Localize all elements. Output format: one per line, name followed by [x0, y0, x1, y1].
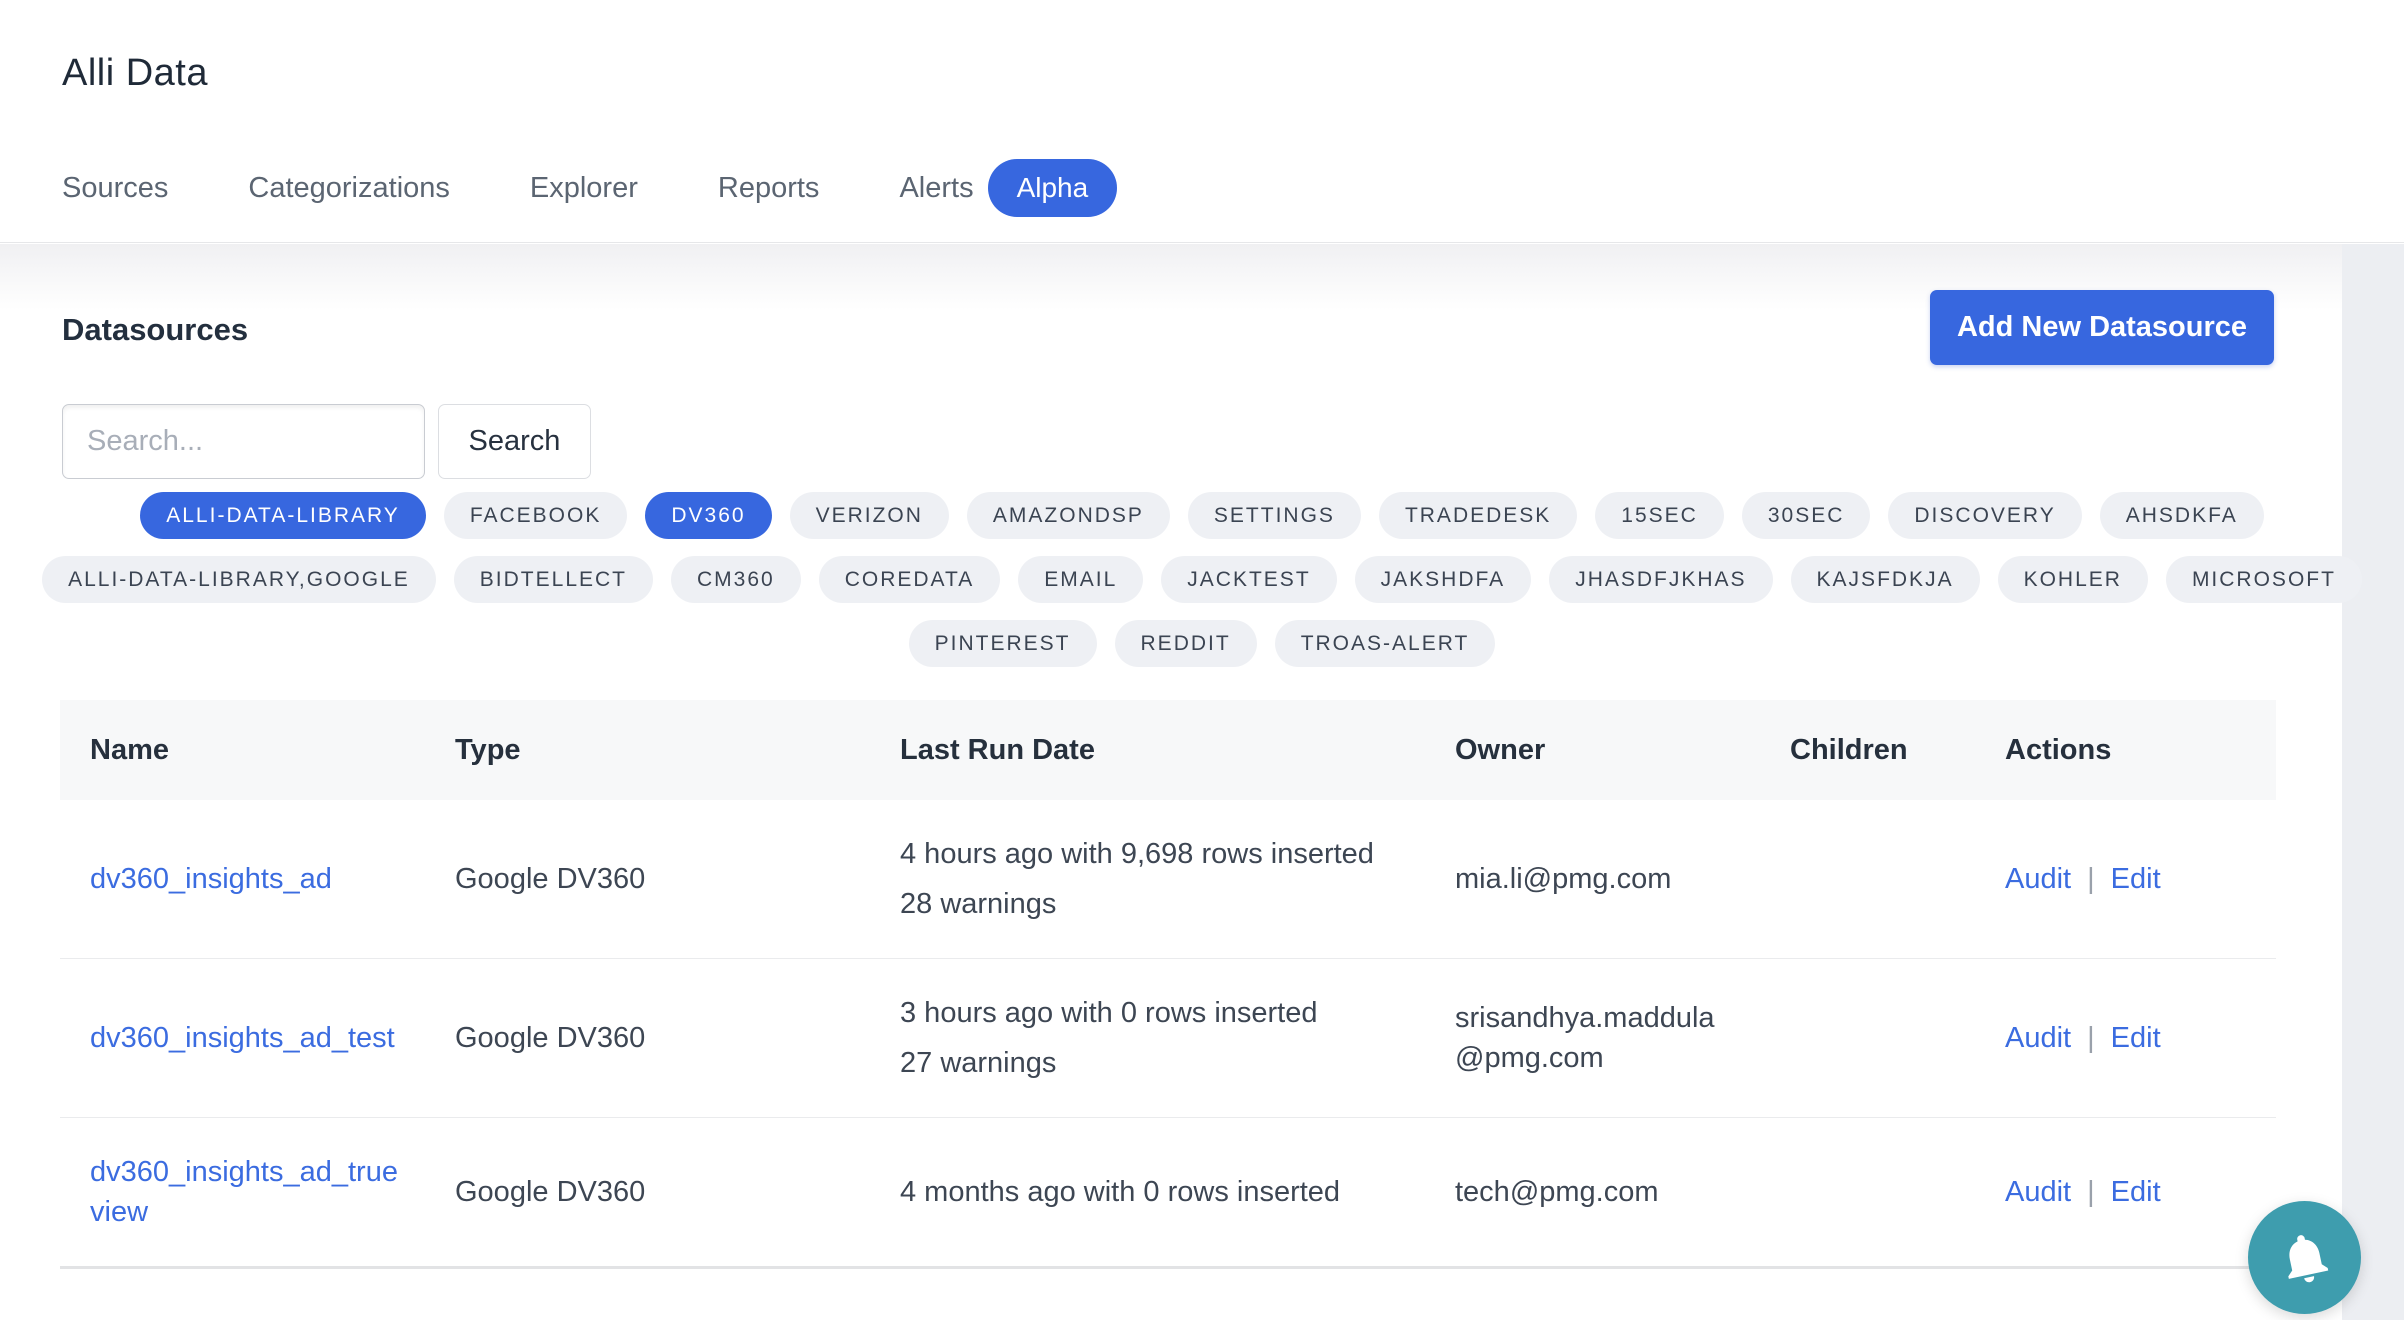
filter-pill-jhasdfjkhas[interactable]: JHASDFJKHAS [1549, 556, 1772, 603]
filter-pill-groups: ALLI-DATA-LIBRARY FACEBOOK DV360 VERIZON AMA… [60, 492, 2344, 684]
owner-cell: mia.li@pmg.com [1425, 800, 1760, 959]
type-cell: Google DV360 [425, 1118, 870, 1268]
owner-cell: srisandhya.maddula@pmg.com [1425, 959, 1760, 1118]
filter-pill-jacktest[interactable]: JACKTEST [1161, 556, 1336, 603]
edit-link[interactable]: Edit [2111, 1176, 2161, 1208]
table-header-row: NameTypeLast Run DateOwnerChildrenAction… [60, 700, 2276, 800]
filter-pill-dv360[interactable]: DV360 [645, 492, 771, 539]
actions-cell: Audit | Edit [1975, 800, 2276, 959]
filter-pill-amazondsp[interactable]: AMAZONDSP [967, 492, 1170, 539]
children-cell [1760, 959, 1975, 1118]
datasources-table: NameTypeLast Run DateOwnerChildrenAction… [60, 700, 2276, 1269]
column-header-owner: Owner [1425, 700, 1760, 800]
search-input[interactable] [62, 404, 425, 479]
column-header-name: Name [60, 700, 425, 800]
column-header-last-run-date: Last Run Date [870, 700, 1425, 800]
filter-pill-15sec[interactable]: 15SEC [1595, 492, 1724, 539]
column-header-actions: Actions [1975, 700, 2276, 800]
children-cell [1760, 1118, 1975, 1268]
filter-pill-pinterest[interactable]: PINTEREST [909, 620, 1097, 667]
search-button[interactable]: Search [438, 404, 591, 479]
filter-pill-verizon[interactable]: VERIZON [790, 492, 949, 539]
filter-pill-30sec[interactable]: 30SEC [1742, 492, 1871, 539]
table-body: dv360_insights_adGoogle DV3604 hours ago… [60, 800, 2276, 1268]
table-row: dv360_insights_ad_trueview Google DV360 4 … [60, 1118, 2276, 1268]
edit-link[interactable]: Edit [2111, 863, 2161, 895]
last-run-cell: 4 hours ago with 9,698 rows inserted 28 w… [870, 800, 1425, 959]
audit-link[interactable]: Audit [2005, 1176, 2071, 1208]
filter-pill-settings[interactable]: SETTINGS [1188, 492, 1361, 539]
filter-pill-alli-data-library-google[interactable]: ALLI-DATA-LIBRARY,GOOGLE [42, 556, 436, 603]
filter-pill-coredata[interactable]: COREDATA [819, 556, 1001, 603]
datasource-name-link[interactable]: dv360_insights_ad_trueview [90, 1156, 398, 1228]
warnings-text: 27 warnings [900, 1043, 1405, 1083]
datasource-name-link[interactable]: dv360_insights_ad_test [90, 1022, 395, 1054]
filter-row: ALLI-DATA-LIBRARY,GOOGLEBIDTELLECTCM360C… [60, 556, 2344, 603]
filter-pill-facebook[interactable]: FACEBOOK [444, 492, 628, 539]
filter-pill-cm360[interactable]: CM360 [671, 556, 801, 603]
app-title: Alli Data [62, 52, 208, 95]
tab-sources[interactable]: Sources [62, 172, 168, 205]
audit-link[interactable]: Audit [2005, 863, 2071, 895]
filter-pill-bidtellect[interactable]: BIDTELLECT [454, 556, 653, 603]
filter-pill-kajsfdkja[interactable]: KAJSFDKJA [1791, 556, 1980, 603]
warnings-text: 28 warnings [900, 884, 1405, 924]
nav-tabs: Sources Categorizations Explorer Reports Ale… [62, 156, 1117, 220]
tab-categorizations[interactable]: Categorizations [248, 172, 450, 205]
tab-alerts[interactable]: Alerts [899, 172, 973, 205]
tab-reports[interactable]: Reports [718, 172, 820, 205]
tab-alpha[interactable]: Alpha [988, 159, 1118, 217]
action-separator: | [2087, 863, 2095, 895]
edit-link[interactable]: Edit [2111, 1022, 2161, 1054]
filter-pill-reddit[interactable]: REDDIT [1115, 620, 1257, 667]
filter-pill-troas-alert[interactable]: TROAS-ALERT [1275, 620, 1496, 667]
action-separator: | [2087, 1176, 2095, 1208]
type-cell: Google DV360 [425, 800, 870, 959]
actions-cell: Audit | Edit [1975, 959, 2276, 1118]
filter-pill-ahsdkfa[interactable]: AHSDKFA [2100, 492, 2264, 539]
filter-pill-discovery[interactable]: DISCOVERY [1888, 492, 2081, 539]
action-separator: | [2087, 1022, 2095, 1054]
page-title: Datasources [62, 312, 248, 348]
name-cell: dv360_insights_ad [60, 800, 425, 959]
children-cell [1760, 800, 1975, 959]
search-row: Search [62, 404, 591, 479]
app-header: Alli Data Sources Categorizations Explorer… [0, 0, 2404, 243]
last-run-text: 4 months ago with 0 rows inserted [900, 1172, 1405, 1212]
filter-pill-alli-data-library[interactable]: ALLI-DATA-LIBRARY [140, 492, 426, 539]
owner-cell: tech@pmg.com [1425, 1118, 1760, 1268]
bell-icon [2276, 1229, 2334, 1287]
filter-pill-tradedesk[interactable]: TRADEDESK [1379, 492, 1577, 539]
table-row: dv360_insights_ad_testGoogle DV3603 hour… [60, 959, 2276, 1118]
last-run-text: 4 hours ago with 9,698 rows inserted [900, 834, 1405, 874]
audit-link[interactable]: Audit [2005, 1022, 2071, 1054]
table-row: dv360_insights_adGoogle DV3604 hours ago… [60, 800, 2276, 959]
datasource-name-link[interactable]: dv360_insights_ad [90, 863, 332, 895]
type-cell: Google DV360 [425, 959, 870, 1118]
actions-cell: Audit | Edit [1975, 1118, 2276, 1268]
column-header-children: Children [1760, 700, 1975, 800]
last-run-text: 3 hours ago with 0 rows inserted [900, 993, 1405, 1033]
add-new-datasource-button[interactable]: Add New Datasource [1930, 290, 2274, 365]
filter-pill-jakshdfa[interactable]: JAKSHDFA [1355, 556, 1532, 603]
filter-row: PINTEREST REDDIT TROAS-ALERT [60, 620, 2344, 667]
filter-pill-kohler[interactable]: KOHLER [1998, 556, 2148, 603]
column-header-type: Type [425, 700, 870, 800]
filter-pill-microsoft[interactable]: MICROSOFT [2166, 556, 2362, 603]
notifications-fab[interactable] [2248, 1201, 2361, 1314]
filter-row: ALLI-DATA-LIBRARY FACEBOOK DV360 VERIZON AMA… [60, 492, 2344, 539]
filter-pill-email[interactable]: EMAIL [1018, 556, 1143, 603]
name-cell: dv360_insights_ad_test [60, 959, 425, 1118]
tab-explorer[interactable]: Explorer [530, 172, 638, 205]
last-run-cell: 3 hours ago with 0 rows inserted 27 warni… [870, 959, 1425, 1118]
last-run-cell: 4 months ago with 0 rows inserted [870, 1118, 1425, 1268]
right-gutter [2342, 244, 2404, 1320]
name-cell: dv360_insights_ad_trueview [60, 1118, 425, 1268]
